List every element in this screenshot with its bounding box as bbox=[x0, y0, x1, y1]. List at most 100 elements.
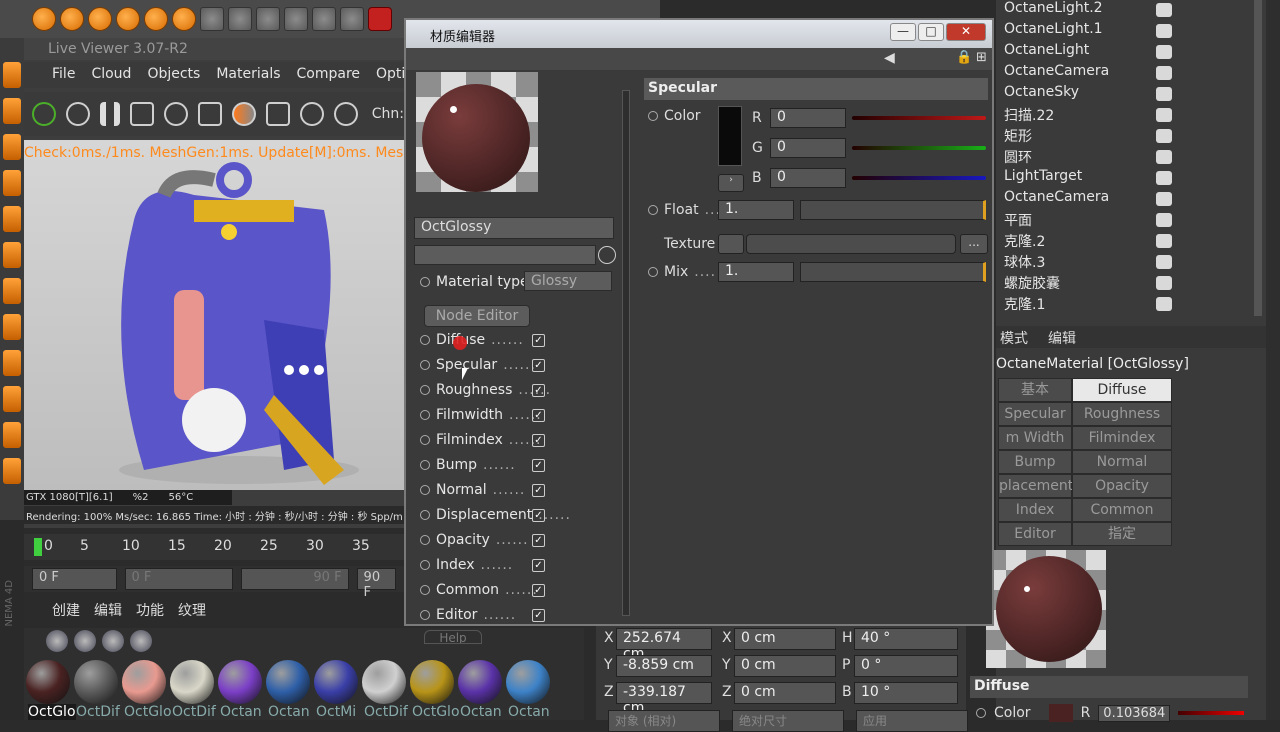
tag-icon[interactable] bbox=[1156, 192, 1172, 206]
object-item[interactable]: OctaneLight.2 bbox=[1004, 0, 1103, 16]
channel-checkbox[interactable]: ✓ bbox=[532, 408, 545, 422]
material-preview[interactable] bbox=[416, 72, 538, 192]
tool-icon[interactable] bbox=[32, 7, 56, 31]
radio-icon[interactable] bbox=[420, 435, 430, 445]
rgb-input[interactable]: 0 bbox=[770, 168, 846, 188]
menu-edit[interactable]: 编辑 bbox=[94, 600, 122, 622]
cube-icon[interactable] bbox=[312, 7, 336, 31]
coord-field[interactable]: 40 ° bbox=[854, 628, 958, 650]
tool-icon[interactable] bbox=[3, 458, 21, 484]
tool-icon[interactable] bbox=[3, 98, 21, 124]
radio-icon[interactable] bbox=[420, 360, 430, 370]
coord-field[interactable]: 0 cm bbox=[734, 628, 836, 650]
rgb-slider[interactable] bbox=[852, 146, 986, 150]
material-selector[interactable] bbox=[414, 245, 596, 265]
grid-tool-icon[interactable] bbox=[228, 7, 252, 31]
current-frame-field[interactable]: 0 F bbox=[32, 568, 117, 590]
object-item[interactable]: OctaneCamera bbox=[1004, 63, 1109, 79]
coord-field[interactable]: -8.859 cm bbox=[616, 655, 712, 677]
range-end-field[interactable]: 90 F bbox=[240, 568, 349, 590]
maximize-button[interactable]: □ bbox=[918, 23, 944, 41]
coord-field[interactable]: 252.674 cm bbox=[616, 628, 712, 662]
menu-create[interactable]: 创建 bbox=[52, 600, 80, 622]
tag-icon[interactable] bbox=[1156, 171, 1172, 185]
material-ball[interactable] bbox=[410, 660, 454, 704]
camera-icon[interactable] bbox=[368, 7, 392, 31]
tag-icon[interactable] bbox=[1156, 108, 1172, 122]
range-start-field[interactable]: 0 F bbox=[124, 568, 233, 590]
object-item[interactable]: 平面 bbox=[1004, 210, 1032, 230]
r-icon[interactable] bbox=[129, 102, 154, 126]
channel-checkbox[interactable]: ✓ bbox=[532, 483, 545, 497]
material-ball[interactable] bbox=[266, 660, 310, 704]
tag-icon[interactable] bbox=[1156, 276, 1172, 290]
channel-row[interactable]: Specular...... ✓ bbox=[420, 357, 545, 373]
menu-compare[interactable]: Compare bbox=[297, 66, 361, 84]
tool-icon[interactable] bbox=[3, 386, 21, 412]
material-ball[interactable] bbox=[506, 660, 550, 704]
tag-icon[interactable] bbox=[1156, 45, 1172, 59]
channel-row[interactable]: Diffuse......✓ bbox=[420, 332, 545, 348]
help-button[interactable]: Help bbox=[424, 630, 482, 644]
attr-tab[interactable]: Common bbox=[1072, 498, 1172, 522]
tag-icon[interactable] bbox=[1156, 66, 1172, 80]
coord-field[interactable]: -339.187 cm bbox=[616, 682, 712, 716]
menu-objects[interactable]: Objects bbox=[147, 66, 200, 84]
attr-tab[interactable]: Normal bbox=[1072, 450, 1172, 474]
texture-expand-button[interactable] bbox=[718, 234, 744, 254]
material-pin-icon[interactable] bbox=[333, 102, 358, 126]
channel-row[interactable]: Common...... ✓ bbox=[420, 582, 545, 598]
texture-slot[interactable] bbox=[746, 234, 956, 254]
float-input[interactable]: 1. bbox=[718, 200, 794, 220]
coord-field[interactable]: 0 ° bbox=[854, 655, 958, 677]
tool-icon[interactable] bbox=[88, 7, 112, 31]
tool-icon[interactable] bbox=[3, 206, 21, 232]
tag-icon[interactable] bbox=[1156, 234, 1172, 248]
tool-icon[interactable] bbox=[144, 7, 168, 31]
rgb-input[interactable]: 0 bbox=[770, 138, 846, 158]
channel-checkbox[interactable]: ✓ bbox=[532, 433, 545, 447]
attr-tab[interactable]: Bump bbox=[998, 450, 1072, 474]
attr-tab[interactable]: Diffuse bbox=[1072, 378, 1172, 402]
channel-row[interactable]: Bump...... ✓ bbox=[420, 457, 545, 473]
radio-icon[interactable] bbox=[420, 335, 430, 345]
material-ball[interactable] bbox=[74, 660, 118, 704]
tag-icon[interactable] bbox=[1156, 297, 1172, 311]
gear-green-icon[interactable] bbox=[32, 102, 56, 126]
tool-icon[interactable] bbox=[116, 7, 140, 31]
material-ball[interactable] bbox=[122, 660, 166, 704]
radio-icon[interactable] bbox=[420, 410, 430, 420]
material-ball[interactable] bbox=[170, 660, 214, 704]
channel-checkbox[interactable]: ✓ bbox=[532, 558, 545, 572]
coord-field[interactable]: 0 cm bbox=[734, 655, 836, 677]
channel-checkbox[interactable]: ✓ bbox=[532, 383, 545, 397]
attr-tab[interactable]: 指定 bbox=[1072, 522, 1172, 546]
object-item[interactable]: OctaneSky bbox=[1004, 84, 1079, 100]
attr-r-field[interactable]: 0.103684 bbox=[1098, 704, 1171, 722]
menu-file[interactable]: File bbox=[52, 66, 75, 84]
channel-row[interactable]: Filmwidth...... ✓ bbox=[420, 407, 545, 423]
channel-checkbox[interactable]: ✓ bbox=[532, 533, 545, 547]
tool-icon[interactable] bbox=[3, 170, 21, 196]
tag-icon[interactable] bbox=[1156, 24, 1172, 38]
object-item[interactable]: OctaneLight bbox=[1004, 42, 1089, 58]
attr-tab[interactable]: Specular bbox=[998, 402, 1072, 426]
radio-icon[interactable] bbox=[420, 560, 430, 570]
radio-icon[interactable] bbox=[420, 485, 430, 495]
menu-cloud[interactable]: Cloud bbox=[91, 66, 131, 84]
material-ball-icon[interactable] bbox=[231, 102, 256, 126]
add-icon[interactable]: ⊞ bbox=[976, 50, 987, 65]
tag-icon[interactable] bbox=[1156, 3, 1172, 17]
object-item[interactable]: 螺旋胶囊 bbox=[1004, 273, 1060, 293]
object-item[interactable]: LightTarget bbox=[1004, 168, 1082, 184]
timeline[interactable]: 0 5 10 15 20 25 30 35 bbox=[24, 534, 404, 560]
channel-checkbox[interactable]: ✓ bbox=[532, 458, 545, 472]
material-filter-icon[interactable] bbox=[102, 630, 124, 652]
material-ball[interactable] bbox=[458, 660, 502, 704]
grid-tool-icon[interactable] bbox=[200, 7, 224, 31]
coord-mode-select[interactable]: 应用 bbox=[856, 710, 968, 732]
tool-icon[interactable] bbox=[3, 350, 21, 376]
attr-r-slider[interactable] bbox=[1178, 711, 1245, 715]
object-item[interactable]: 圆环 bbox=[1004, 147, 1032, 167]
radio-icon[interactable] bbox=[420, 460, 430, 470]
